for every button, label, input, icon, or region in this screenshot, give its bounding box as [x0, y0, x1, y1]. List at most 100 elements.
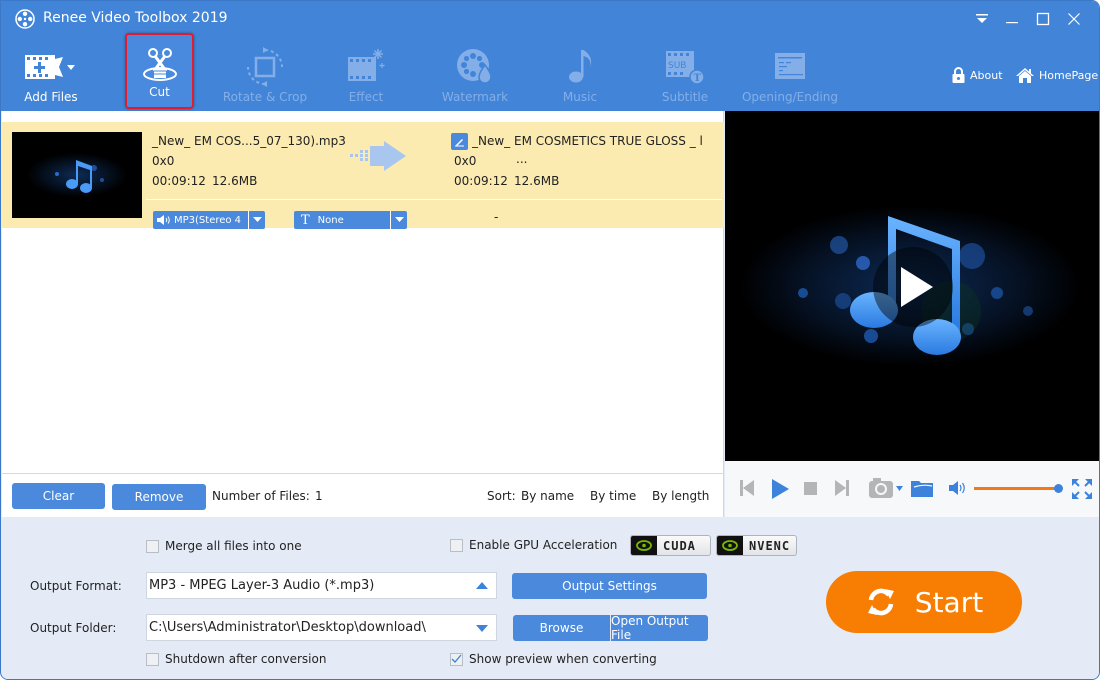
rename-output-button[interactable]: [451, 133, 468, 150]
nvidia-eye-icon: [717, 536, 743, 555]
film-reel-logo-icon: [15, 9, 35, 29]
output-settings-button[interactable]: Output Settings: [512, 573, 707, 599]
shutdown-checkbox[interactable]: Shutdown after conversion: [146, 652, 326, 666]
music-artwork-icon: [740, 206, 1080, 366]
sort-label: Sort:: [487, 489, 516, 503]
remove-button[interactable]: Remove: [112, 484, 206, 510]
video-preview[interactable]: [725, 111, 1099, 461]
homepage-label: HomePage: [1039, 68, 1099, 82]
open-output-file-button[interactable]: Open Output File: [611, 614, 708, 642]
minimize-button[interactable]: [997, 7, 1027, 31]
tool-effect[interactable]: Effect: [331, 37, 401, 109]
sort-by-name[interactable]: By name: [521, 489, 574, 503]
merge-files-checkbox[interactable]: Merge all files into one: [146, 539, 302, 553]
tool-label: Rotate & Crop: [222, 90, 308, 104]
maximize-button[interactable]: [1028, 7, 1058, 31]
show-preview-checkbox[interactable]: Show preview when converting: [450, 652, 657, 666]
checkbox-box[interactable]: [146, 539, 159, 553]
browse-button[interactable]: Browse: [513, 615, 610, 641]
play-icon[interactable]: [771, 479, 789, 499]
player-controls: [725, 461, 1099, 517]
sort-by-time[interactable]: By time: [590, 489, 636, 503]
source-duration: 00:09:12: [152, 174, 206, 188]
output-format-select[interactable]: MP3 - MPEG Layer-3 Audio (*.mp3): [146, 572, 497, 599]
output-settings-panel: Merge all files into one Enable GPU Acce…: [2, 517, 1099, 679]
tool-cut[interactable]: Cut: [125, 33, 194, 109]
subtitle-icon: SUB T: [666, 51, 705, 85]
tool-label: Cut: [149, 85, 170, 99]
svg-text:T: T: [694, 73, 702, 84]
output-file-name: _New_ EM COSMETICS TRUE GLOSS _ l: [472, 134, 703, 148]
source-size: 12.6MB: [212, 174, 258, 188]
scissors-icon: [142, 48, 177, 81]
menu-dropdown-button[interactable]: [967, 7, 997, 31]
checkbox-box[interactable]: [450, 538, 463, 552]
audio-track-value: MP3(Stereo 4: [174, 214, 242, 226]
clear-button[interactable]: Clear: [12, 483, 105, 509]
film-sparkle-icon: [348, 49, 385, 81]
file-count-value: 1: [315, 489, 323, 503]
title-and-toolbar: Renee Video Toolbox 2019 Add Files Cut R…: [1, 1, 1099, 111]
nvenc-badge: NVENC: [716, 535, 797, 556]
tool-subtitle[interactable]: SUB T Subtitle: [650, 37, 720, 109]
crop-rotate-icon: [247, 47, 283, 87]
sort-by-length[interactable]: By length: [652, 489, 709, 503]
output-folder-input[interactable]: C:\Users\Administrator\Desktop\download\: [146, 614, 497, 641]
stop-icon[interactable]: [804, 482, 817, 495]
volume-slider-handle[interactable]: [1054, 484, 1063, 493]
row-divider: [146, 199, 722, 200]
subtitle-track-dropdown[interactable]: T None: [294, 211, 407, 229]
tool-rotate-crop[interactable]: Rotate & Crop: [223, 37, 307, 109]
start-button[interactable]: Start: [826, 571, 1022, 633]
merge-files-label: Merge all files into one: [165, 539, 302, 553]
subtitle-track-arrow[interactable]: [390, 211, 407, 229]
file-list-item[interactable]: _New_ EM COS...5_07_130).mp3 0x0 00:09:1…: [2, 122, 724, 229]
tool-opening-ending[interactable]: Opening/Ending: [742, 37, 838, 109]
volume-icon[interactable]: [949, 481, 967, 495]
output-note: -: [494, 210, 499, 224]
source-file-name: _New_ EM COS...5_07_130).mp3: [152, 134, 346, 148]
close-icon: [1068, 13, 1080, 25]
snapshot-camera-icon[interactable]: [868, 477, 906, 499]
about-label: About: [970, 68, 1003, 82]
checkbox-box[interactable]: [450, 652, 463, 666]
chevron-down-icon: [252, 217, 262, 222]
app-window: Renee Video Toolbox 2019 Add Files Cut R…: [0, 0, 1100, 680]
output-size: 12.6MB: [514, 174, 560, 188]
cuda-badge: CUDA: [630, 535, 711, 556]
output-duration: 00:09:12: [454, 174, 508, 188]
output-extra: ...: [516, 152, 528, 166]
chevron-up-icon: [476, 582, 488, 589]
gpu-acceleration-checkbox[interactable]: Enable GPU Acceleration: [450, 538, 617, 552]
convert-arrow-icon: [350, 141, 406, 171]
previous-icon[interactable]: [739, 479, 755, 497]
tool-label: Watermark: [441, 90, 509, 104]
volume-slider-track[interactable]: [974, 487, 1058, 490]
file-list-footer: Clear Remove Number of Files: 1 Sort: By…: [2, 473, 724, 517]
tool-music[interactable]: Music: [545, 37, 615, 109]
audio-track-arrow[interactable]: [248, 211, 265, 229]
about-link[interactable]: About: [951, 67, 1003, 83]
show-preview-label: Show preview when converting: [469, 652, 657, 666]
source-resolution: 0x0: [152, 154, 175, 168]
open-folder-icon[interactable]: [911, 479, 933, 497]
close-button[interactable]: [1059, 7, 1089, 31]
next-icon[interactable]: [834, 479, 850, 497]
tool-label: Add Files: [24, 90, 78, 104]
fullscreen-icon[interactable]: [1072, 479, 1092, 499]
homepage-link[interactable]: HomePage: [1015, 67, 1098, 83]
subtitle-track-value: None: [317, 214, 344, 226]
tool-add-files[interactable]: Add Files: [16, 37, 86, 109]
title-card-icon: [775, 53, 805, 79]
music-note-icon: [569, 50, 592, 83]
checkbox-box[interactable]: [146, 652, 159, 666]
tool-watermark[interactable]: Watermark: [440, 37, 510, 109]
checkmark-icon: [451, 654, 462, 663]
app-title: Renee Video Toolbox 2019: [43, 10, 228, 26]
film-plus-icon: [25, 55, 75, 79]
maximize-icon: [1036, 12, 1050, 26]
shutdown-label: Shutdown after conversion: [165, 652, 327, 666]
tool-label: Effect: [348, 90, 384, 104]
audio-track-dropdown[interactable]: MP3(Stereo 4: [153, 211, 265, 229]
nvidia-eye-icon: [631, 536, 657, 555]
